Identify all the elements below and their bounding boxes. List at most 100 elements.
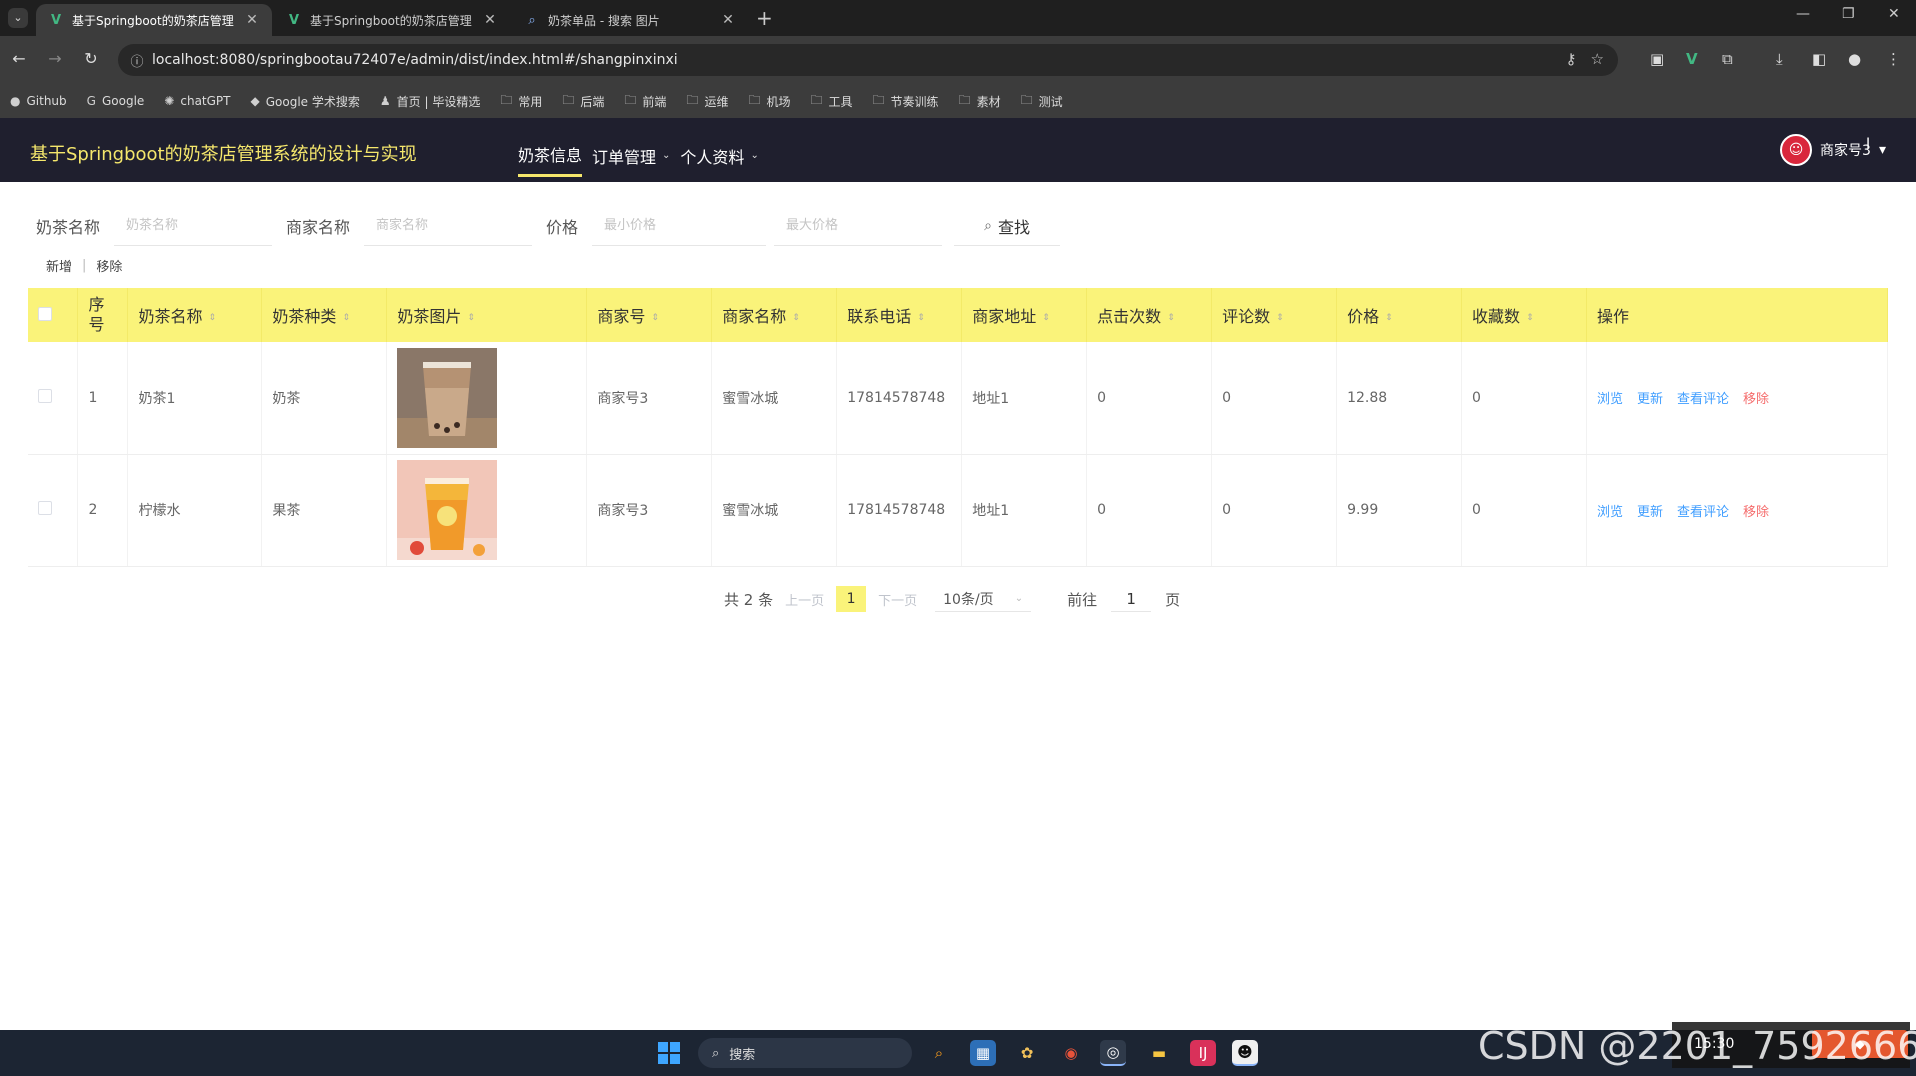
chrome-icon[interactable]: ◎ bbox=[1100, 1040, 1126, 1066]
profile-avatar-icon[interactable]: ● bbox=[1848, 50, 1861, 68]
browser-tab-2[interactable]: V 基于Springboot的奶茶店管理 ✕ bbox=[274, 4, 510, 36]
bookmark-folder[interactable]: 🗀 测试 bbox=[1021, 91, 1063, 112]
column-header-merchant-no[interactable]: 商家号 ⇕ bbox=[586, 288, 713, 342]
remove-row-button[interactable]: 移除 bbox=[1743, 501, 1769, 520]
minimize-icon[interactable]: — bbox=[1796, 6, 1810, 22]
page-size-select[interactable]: 10条/页 ⌄ bbox=[935, 586, 1032, 612]
sort-icon[interactable]: ⇕ bbox=[917, 313, 925, 323]
select-all-checkbox[interactable] bbox=[38, 306, 52, 321]
view-reviews-button[interactable]: 查看评论 bbox=[1677, 501, 1729, 520]
row-checkbox[interactable] bbox=[38, 388, 52, 403]
column-header-type[interactable]: 奶茶种类 ⇕ bbox=[261, 288, 388, 342]
bookmark-folder[interactable]: 🗀 运维 bbox=[686, 91, 728, 112]
sort-icon[interactable]: ⇕ bbox=[1276, 313, 1284, 323]
back-icon[interactable]: ← bbox=[8, 49, 30, 68]
prev-page-button[interactable]: 上一页 bbox=[785, 590, 824, 609]
bookmark-google[interactable]: G Google bbox=[87, 94, 145, 108]
column-header-address[interactable]: 商家地址 ⇕ bbox=[961, 288, 1088, 342]
remove-button[interactable]: 移除 bbox=[96, 256, 122, 275]
more-menu-icon[interactable]: ⋮ bbox=[1886, 50, 1901, 68]
jetbrains-icon[interactable]: IJ bbox=[1190, 1040, 1216, 1066]
goto-page-input[interactable]: 1 bbox=[1111, 586, 1152, 612]
file-explorer-icon[interactable]: ▬ bbox=[1146, 1040, 1172, 1066]
site-info-icon[interactable]: ⓘ bbox=[122, 51, 152, 70]
column-header-price[interactable]: 价格 ⇕ bbox=[1336, 288, 1463, 342]
address-bar[interactable]: ⓘ localhost:8080/springbootau72407e/admi… bbox=[118, 44, 1618, 76]
search-app-icon[interactable]: ⌕ bbox=[926, 1040, 952, 1066]
page-number-current[interactable]: 1 bbox=[836, 586, 867, 612]
add-button[interactable]: 新增 bbox=[46, 256, 72, 275]
milk-tea-image[interactable] bbox=[397, 347, 498, 448]
new-tab-button[interactable]: + bbox=[756, 6, 773, 30]
sort-icon[interactable]: ⇕ bbox=[467, 313, 475, 323]
extensions-puzzle-icon[interactable]: ⧉ bbox=[1722, 50, 1733, 68]
reload-icon[interactable]: ↻ bbox=[80, 49, 102, 68]
photos-app-icon[interactable]: ▦ bbox=[970, 1040, 996, 1066]
view-reviews-button[interactable]: 查看评论 bbox=[1677, 388, 1729, 407]
bookmark-folder[interactable]: 🗀 后端 bbox=[562, 91, 604, 112]
milk-tea-name-input[interactable] bbox=[114, 206, 273, 246]
bookmark-star-icon[interactable]: ☆ bbox=[1591, 50, 1604, 68]
vue-devtools-icon[interactable]: V bbox=[1686, 50, 1698, 68]
snail-app-icon[interactable]: ◉ bbox=[1058, 1040, 1084, 1066]
sort-icon[interactable]: ⇕ bbox=[1526, 313, 1534, 323]
view-button[interactable]: 浏览 bbox=[1597, 501, 1623, 520]
close-icon[interactable]: ✕ bbox=[244, 12, 260, 28]
column-header-name[interactable]: 奶茶名称 ⇕ bbox=[127, 288, 263, 342]
close-icon[interactable]: ✕ bbox=[482, 12, 498, 28]
password-key-icon[interactable]: ⚷ bbox=[1566, 50, 1577, 68]
bookmark-folder[interactable]: 🗀 常用 bbox=[500, 91, 542, 112]
nav-item-milk-tea-info[interactable]: 奶茶信息 bbox=[518, 142, 583, 177]
taskbar-search[interactable]: ⌕ 搜索 bbox=[698, 1038, 912, 1068]
bookmark-folder[interactable]: 🗀 素材 bbox=[959, 91, 1001, 112]
browser-tab-1[interactable]: V 基于Springboot的奶茶店管理 ✕ bbox=[36, 4, 272, 36]
browser-tab-3[interactable]: ⌕ 奶茶单品 - 搜索 图片 ✕ bbox=[512, 4, 748, 36]
restore-icon[interactable]: ❐ bbox=[1842, 6, 1855, 22]
download-icon[interactable]: ⤓ bbox=[1776, 50, 1783, 68]
view-button[interactable]: 浏览 bbox=[1597, 388, 1623, 407]
update-button[interactable]: 更新 bbox=[1637, 388, 1663, 407]
bookmark-folder[interactable]: 🗀 节奏训练 bbox=[873, 91, 939, 112]
close-icon[interactable]: ✕ bbox=[720, 12, 736, 28]
column-header-image[interactable]: 奶茶图片 ⇕ bbox=[386, 288, 588, 342]
search-button[interactable]: ⌕ 查找 bbox=[954, 206, 1061, 246]
merchant-name-input[interactable] bbox=[364, 206, 533, 246]
nav-item-order-management[interactable]: 订单管理 ⌄ bbox=[592, 142, 670, 177]
nav-item-profile[interactable]: 个人资料 ⌄ bbox=[680, 142, 758, 177]
max-price-input[interactable] bbox=[774, 206, 943, 246]
lemonade-image[interactable] bbox=[397, 460, 498, 560]
min-price-input[interactable] bbox=[592, 206, 767, 246]
extension-icon[interactable]: ▣ bbox=[1650, 50, 1664, 68]
next-page-button[interactable]: 下一页 bbox=[878, 590, 917, 609]
paw-app-icon[interactable]: ✿ bbox=[1014, 1040, 1040, 1066]
bookmark-chatgpt[interactable]: ✺ chatGPT bbox=[164, 94, 230, 108]
windows-start-icon[interactable] bbox=[658, 1042, 680, 1064]
bookmark-github[interactable]: ● Github bbox=[10, 94, 67, 108]
update-button[interactable]: 更新 bbox=[1637, 501, 1663, 520]
sort-icon[interactable]: ⇕ bbox=[651, 313, 659, 323]
tab-search-menu-icon[interactable]: ⌄ bbox=[8, 8, 28, 28]
column-header-phone[interactable]: 联系电话 ⇕ bbox=[836, 288, 963, 342]
bookmark-bishe[interactable]: ♟ 首页 | 毕设精选 bbox=[380, 93, 480, 110]
sort-icon[interactable]: ⇕ bbox=[792, 313, 800, 323]
row-checkbox[interactable] bbox=[38, 501, 52, 515]
sort-icon[interactable]: ⇕ bbox=[1167, 313, 1175, 323]
bookmark-scholar[interactable]: ◆ Google 学术搜索 bbox=[251, 93, 360, 110]
window-close-icon[interactable]: ✕ bbox=[1888, 6, 1900, 22]
column-header-clicks[interactable]: 点击次数 ⇕ bbox=[1086, 288, 1213, 342]
sort-icon[interactable]: ⇕ bbox=[208, 313, 216, 323]
bookmark-folder[interactable]: 🗀 机场 bbox=[748, 91, 790, 112]
bookmark-folder[interactable]: 🗀 前端 bbox=[624, 91, 666, 112]
column-header-merchant-name[interactable]: 商家名称 ⇕ bbox=[711, 288, 838, 342]
qq-icon[interactable]: ☻ bbox=[1232, 1040, 1258, 1066]
bookmark-folder[interactable]: 🗀 工具 bbox=[810, 91, 852, 112]
sort-icon[interactable]: ⇕ bbox=[1385, 313, 1393, 323]
sort-icon[interactable]: ⇕ bbox=[342, 313, 350, 323]
sort-icon[interactable]: ⇕ bbox=[1042, 313, 1050, 323]
bookmark-label: Github bbox=[26, 94, 67, 108]
column-header-favorites[interactable]: 收藏数 ⇕ bbox=[1461, 288, 1587, 342]
remove-row-button[interactable]: 移除 bbox=[1743, 388, 1769, 407]
forward-icon[interactable]: → bbox=[44, 49, 66, 68]
side-panel-icon[interactable]: ◧ bbox=[1812, 50, 1826, 68]
column-header-reviews[interactable]: 评论数 ⇕ bbox=[1211, 288, 1338, 342]
